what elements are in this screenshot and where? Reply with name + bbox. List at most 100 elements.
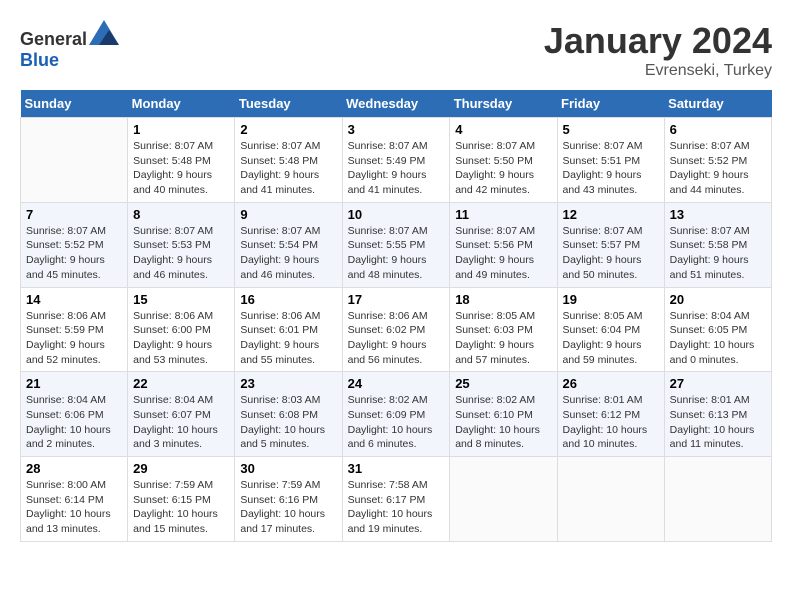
logo-text: General Blue (20, 20, 119, 71)
day-number: 22 (133, 376, 229, 391)
day-info: Sunrise: 8:00 AMSunset: 6:14 PMDaylight:… (26, 478, 122, 537)
page-header: General Blue January 2024 Evrenseki, Tur… (20, 20, 772, 80)
calendar-cell: 5 Sunrise: 8:07 AMSunset: 5:51 PMDaylight… (557, 118, 664, 203)
day-number: 27 (670, 376, 766, 391)
day-info: Sunrise: 8:02 AMSunset: 6:09 PMDaylight:… (348, 393, 445, 452)
calendar-cell: 6Sunrise: 8:07 AMSunset: 5:52 PMDaylight… (664, 118, 771, 203)
day-info: Sunrise: 8:04 AMSunset: 6:07 PMDaylight:… (133, 393, 229, 452)
day-info: Sunrise: 8:07 AMSunset: 5:48 PMDaylight:… (240, 139, 336, 198)
calendar-cell: 3Sunrise: 8:07 AMSunset: 5:49 PMDaylight… (342, 118, 450, 203)
calendar-cell (664, 457, 771, 542)
logo-icon (89, 20, 119, 45)
calendar-cell: 24 Sunrise: 8:02 AMSunset: 6:09 PMDayligh… (342, 372, 450, 457)
day-info: Sunrise: 8:06 AMSunset: 6:00 PMDaylight:… (133, 309, 229, 368)
day-number: 1 (133, 122, 229, 137)
day-number: 16 (240, 292, 336, 307)
calendar-week-row: 7Sunrise: 8:07 AMSunset: 5:52 PMDaylight… (21, 202, 772, 287)
day-info: Sunrise: 8:07 AMSunset: 5:51 PMDaylight:… (563, 139, 659, 198)
day-info: Sunrise: 8:07 AMSunset: 5:56 PMDaylight:… (455, 224, 551, 283)
month-title: January 2024 (544, 20, 772, 62)
day-info: Sunrise: 7:58 AMSunset: 6:17 PMDaylight:… (348, 478, 445, 537)
day-info: Sunrise: 8:05 AMSunset: 6:04 PMDaylight:… (563, 309, 659, 368)
logo: General Blue (20, 20, 119, 71)
day-number: 29 (133, 461, 229, 476)
header-thursday: Thursday (450, 90, 557, 118)
day-number: 23 (240, 376, 336, 391)
calendar-cell: 13 Sunrise: 8:07 AMSunset: 5:58 PMDayligh… (664, 202, 771, 287)
day-info: Sunrise: 8:03 AMSunset: 6:08 PMDaylight:… (240, 393, 336, 452)
calendar-cell: 30Sunrise: 7:59 AMSunset: 6:16 PMDayligh… (235, 457, 342, 542)
day-number: 7 (26, 207, 122, 222)
day-number: 5 (563, 122, 659, 137)
day-number: 2 (240, 122, 336, 137)
calendar-cell: 21 Sunrise: 8:04 AMSunset: 6:06 PMDayligh… (21, 372, 128, 457)
calendar-week-row: 14 Sunrise: 8:06 AMSunset: 5:59 PMDayligh… (21, 287, 772, 372)
header-wednesday: Wednesday (342, 90, 450, 118)
day-info: Sunrise: 8:06 AMSunset: 6:01 PMDaylight:… (240, 309, 336, 368)
day-number: 4 (455, 122, 551, 137)
day-number: 9 (240, 207, 336, 222)
calendar-week-row: 1 Sunrise: 8:07 AMSunset: 5:48 PMDaylight… (21, 118, 772, 203)
day-number: 15 (133, 292, 229, 307)
day-info: Sunrise: 8:07 AMSunset: 5:48 PMDaylight:… (133, 139, 229, 198)
calendar-cell: 31 Sunrise: 7:58 AMSunset: 6:17 PMDayligh… (342, 457, 450, 542)
day-number: 31 (348, 461, 445, 476)
calendar-cell: 8 Sunrise: 8:07 AMSunset: 5:53 PMDaylight… (128, 202, 235, 287)
day-number: 11 (455, 207, 551, 222)
calendar-cell: 12Sunrise: 8:07 AMSunset: 5:57 PMDayligh… (557, 202, 664, 287)
day-number: 20 (670, 292, 766, 307)
day-info: Sunrise: 8:07 AMSunset: 5:53 PMDaylight:… (133, 224, 229, 283)
calendar-cell: 11 Sunrise: 8:07 AMSunset: 5:56 PMDayligh… (450, 202, 557, 287)
calendar-cell: 2 Sunrise: 8:07 AMSunset: 5:48 PMDaylight… (235, 118, 342, 203)
header-saturday: Saturday (664, 90, 771, 118)
calendar-cell (21, 118, 128, 203)
day-info: Sunrise: 8:04 AMSunset: 6:05 PMDaylight:… (670, 309, 766, 368)
day-number: 24 (348, 376, 445, 391)
calendar-cell: 4 Sunrise: 8:07 AMSunset: 5:50 PMDaylight… (450, 118, 557, 203)
header-sunday: Sunday (21, 90, 128, 118)
day-info: Sunrise: 8:05 AMSunset: 6:03 PMDaylight:… (455, 309, 551, 368)
header-tuesday: Tuesday (235, 90, 342, 118)
day-info: Sunrise: 8:07 AMSunset: 5:50 PMDaylight:… (455, 139, 551, 198)
calendar-cell: 17Sunrise: 8:06 AMSunset: 6:02 PMDayligh… (342, 287, 450, 372)
day-info: Sunrise: 8:01 AMSunset: 6:12 PMDaylight:… (563, 393, 659, 452)
calendar-cell: 22 Sunrise: 8:04 AMSunset: 6:07 PMDayligh… (128, 372, 235, 457)
calendar-cell: 29Sunrise: 7:59 AMSunset: 6:15 PMDayligh… (128, 457, 235, 542)
day-info: Sunrise: 8:06 AMSunset: 5:59 PMDaylight:… (26, 309, 122, 368)
calendar-cell: 19 Sunrise: 8:05 AMSunset: 6:04 PMDayligh… (557, 287, 664, 372)
day-number: 12 (563, 207, 659, 222)
day-info: Sunrise: 8:07 AMSunset: 5:54 PMDaylight:… (240, 224, 336, 283)
calendar-cell: 25Sunrise: 8:02 AMSunset: 6:10 PMDayligh… (450, 372, 557, 457)
header-friday: Friday (557, 90, 664, 118)
day-number: 19 (563, 292, 659, 307)
calendar-cell: 23 Sunrise: 8:03 AMSunset: 6:08 PMDayligh… (235, 372, 342, 457)
day-number: 13 (670, 207, 766, 222)
header-monday: Monday (128, 90, 235, 118)
day-number: 8 (133, 207, 229, 222)
calendar-cell: 1 Sunrise: 8:07 AMSunset: 5:48 PMDaylight… (128, 118, 235, 203)
day-info: Sunrise: 8:07 AMSunset: 5:49 PMDaylight:… (348, 139, 445, 198)
day-info: Sunrise: 8:04 AMSunset: 6:06 PMDaylight:… (26, 393, 122, 452)
calendar-cell: 28 Sunrise: 8:00 AMSunset: 6:14 PMDayligh… (21, 457, 128, 542)
day-info: Sunrise: 8:07 AMSunset: 5:55 PMDaylight:… (348, 224, 445, 283)
calendar-cell: 15 Sunrise: 8:06 AMSunset: 6:00 PMDayligh… (128, 287, 235, 372)
day-number: 21 (26, 376, 122, 391)
day-number: 17 (348, 292, 445, 307)
calendar-cell: 10Sunrise: 8:07 AMSunset: 5:55 PMDayligh… (342, 202, 450, 287)
day-info: Sunrise: 7:59 AMSunset: 6:16 PMDaylight:… (240, 478, 336, 537)
calendar-cell: 7Sunrise: 8:07 AMSunset: 5:52 PMDaylight… (21, 202, 128, 287)
title-area: January 2024 Evrenseki, Turkey (544, 20, 772, 80)
calendar-table: SundayMondayTuesdayWednesdayThursdayFrid… (20, 90, 772, 542)
day-info: Sunrise: 8:01 AMSunset: 6:13 PMDaylight:… (670, 393, 766, 452)
calendar-week-row: 28 Sunrise: 8:00 AMSunset: 6:14 PMDayligh… (21, 457, 772, 542)
location-subtitle: Evrenseki, Turkey (544, 62, 772, 80)
day-number: 14 (26, 292, 122, 307)
day-info: Sunrise: 8:07 AMSunset: 5:52 PMDaylight:… (670, 139, 766, 198)
day-info: Sunrise: 8:07 AMSunset: 5:58 PMDaylight:… (670, 224, 766, 283)
calendar-cell: 9 Sunrise: 8:07 AMSunset: 5:54 PMDaylight… (235, 202, 342, 287)
calendar-cell: 20 Sunrise: 8:04 AMSunset: 6:05 PMDayligh… (664, 287, 771, 372)
day-number: 26 (563, 376, 659, 391)
day-number: 28 (26, 461, 122, 476)
day-number: 25 (455, 376, 551, 391)
calendar-header-row: SundayMondayTuesdayWednesdayThursdayFrid… (21, 90, 772, 118)
